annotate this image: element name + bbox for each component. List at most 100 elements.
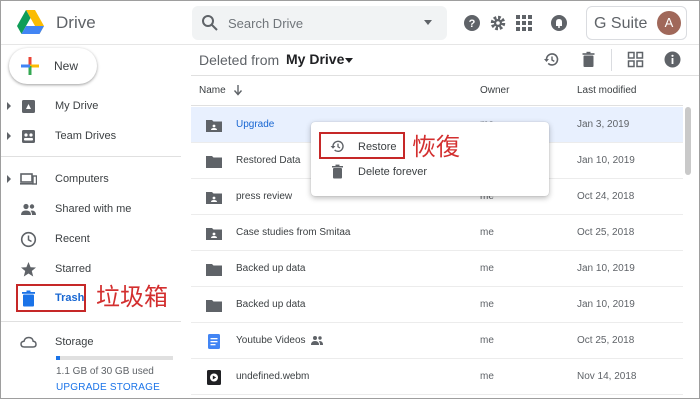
- delete-trash-icon[interactable]: [580, 51, 597, 68]
- sort-down-arrow-icon[interactable]: [232, 84, 244, 96]
- file-last-modified: Jan 10, 2019: [577, 263, 635, 274]
- settings-gear-icon[interactable]: [489, 14, 507, 32]
- sidebar-item-label: Starred: [55, 263, 92, 275]
- file-list-scrollbar[interactable]: [685, 107, 691, 175]
- trash-callout-label: 垃圾箱: [96, 284, 168, 311]
- sidebar-item-my-drive[interactable]: My Drive: [1, 93, 181, 119]
- breadcrumb-dropdown-caret-icon[interactable]: [345, 58, 353, 63]
- restore-highlight-box: [319, 132, 405, 159]
- file-name: Backed up data: [236, 299, 306, 310]
- file-row[interactable]: undefined.webm me Nov 14, 2018: [191, 359, 683, 395]
- file-name: Restored Data: [236, 155, 301, 166]
- new-button-label: New: [54, 59, 79, 73]
- shared-folder-icon: [206, 192, 222, 204]
- star-icon: [21, 262, 36, 277]
- gsuite-logo-label: G Suite: [594, 15, 648, 32]
- sidebar-divider: [1, 321, 181, 322]
- drive-logo-icon[interactable]: [17, 10, 44, 34]
- grid-view-icon[interactable]: [627, 51, 644, 68]
- search-input[interactable]: [228, 6, 408, 40]
- shared-folder-icon: [206, 228, 222, 240]
- sidebar-item-shared-with-me[interactable]: Shared with me: [1, 196, 181, 222]
- expand-arrow-icon[interactable]: [7, 102, 11, 110]
- file-last-modified: Oct 25, 2018: [577, 335, 635, 346]
- apps-grid-icon[interactable]: [515, 14, 533, 32]
- avatar[interactable]: A: [657, 11, 681, 35]
- my-drive-icon: [22, 100, 35, 113]
- file-row[interactable]: Backed up data me Jan 10, 2019: [191, 287, 683, 323]
- help-icon[interactable]: ?: [463, 14, 481, 32]
- file-owner: me: [480, 299, 494, 310]
- expand-arrow-icon[interactable]: [7, 175, 11, 183]
- file-last-modified: Oct 24, 2018: [577, 191, 635, 202]
- sidebar-item-label: Shared with me: [55, 203, 132, 215]
- sidebar-item-label: Recent: [55, 233, 90, 245]
- main-content: Deleted from My Drive Name Owner Last mo…: [191, 45, 699, 398]
- file-name: Backed up data: [236, 263, 306, 274]
- storage-progress-fill: [56, 356, 61, 360]
- shared-people-icon: [311, 336, 323, 345]
- shared-with-me-icon: [21, 203, 36, 215]
- file-last-modified: Nov 14, 2018: [577, 371, 637, 382]
- content-toolbar: Deleted from My Drive: [191, 45, 699, 76]
- sidebar-item-storage[interactable]: Storage: [1, 329, 181, 355]
- file-owner: me: [480, 371, 494, 382]
- delete-trash-icon: [332, 164, 343, 179]
- drive-window: Drive ?: [0, 0, 700, 399]
- restore-history-icon[interactable]: [543, 51, 560, 68]
- app-title: Drive: [56, 13, 96, 32]
- folder-icon: [206, 156, 222, 168]
- svg-text:?: ?: [469, 18, 476, 30]
- team-drives-icon: [22, 130, 35, 143]
- file-last-modified: Oct 25, 2018: [577, 227, 635, 238]
- context-menu-delete-forever[interactable]: Delete forever: [311, 159, 549, 185]
- folder-icon: [206, 264, 222, 276]
- file-owner: me: [480, 335, 494, 346]
- file-owner: me: [480, 263, 494, 274]
- file-last-modified: Jan 10, 2019: [577, 155, 635, 166]
- file-row[interactable]: Youtube Videos me Oct 25, 2018: [191, 323, 683, 359]
- expand-arrow-icon[interactable]: [7, 132, 11, 140]
- sidebar-item-label: My Drive: [55, 100, 99, 112]
- search-icon[interactable]: [201, 14, 219, 32]
- plus-icon: [21, 57, 39, 75]
- search-options-caret-icon[interactable]: [424, 20, 432, 25]
- storage-used-text: 1.1 GB of 30 GB used: [56, 366, 154, 377]
- file-name: press review: [236, 191, 293, 202]
- file-row[interactable]: Case studies from Smitaa me Oct 25, 2018: [191, 215, 683, 251]
- folder-icon: [206, 300, 222, 312]
- cloud-icon: [20, 336, 37, 348]
- file-name: Case studies from Smitaa: [236, 227, 351, 238]
- file-owner: me: [480, 227, 494, 238]
- file-name: Youtube Videos: [236, 335, 306, 346]
- column-header-name[interactable]: Name: [199, 85, 226, 96]
- notifications-bell-icon[interactable]: [550, 14, 568, 32]
- search-box[interactable]: [192, 6, 447, 40]
- sidebar: New My Drive Team Drives Computers Share…: [1, 45, 191, 398]
- breadcrumb-prefix: Deleted from: [199, 52, 280, 68]
- computers-icon: [20, 173, 37, 185]
- upgrade-storage-link[interactable]: UPGRADE STORAGE: [56, 382, 160, 393]
- sidebar-item-recent[interactable]: Recent: [1, 226, 181, 252]
- info-icon[interactable]: [664, 51, 681, 68]
- sidebar-item-label: Team Drives: [55, 130, 117, 142]
- sidebar-item-label: Computers: [55, 173, 109, 185]
- sidebar-item-team-drives[interactable]: Team Drives: [1, 123, 181, 149]
- file-name: undefined.webm: [236, 371, 310, 382]
- column-header-owner: Owner: [480, 85, 510, 96]
- sidebar-item-computers[interactable]: Computers: [1, 166, 181, 192]
- breadcrumb-location[interactable]: My Drive: [286, 51, 344, 67]
- google-doc-icon: [208, 334, 220, 349]
- storage-label: Storage: [55, 336, 94, 348]
- new-button[interactable]: New: [9, 48, 97, 84]
- account-switcher[interactable]: G Suite A: [586, 6, 687, 40]
- column-header-last-modified[interactable]: Last modified: [577, 85, 636, 96]
- file-row[interactable]: Backed up data me Jan 10, 2019: [191, 251, 683, 287]
- context-menu-delete-label: Delete forever: [358, 166, 428, 178]
- top-bar: Drive ?: [1, 1, 699, 45]
- recent-clock-icon: [20, 231, 37, 248]
- sidebar-divider: [1, 156, 181, 157]
- video-file-icon: [207, 370, 221, 385]
- file-last-modified: Jan 10, 2019: [577, 299, 635, 310]
- file-last-modified: Jan 3, 2019: [577, 119, 630, 130]
